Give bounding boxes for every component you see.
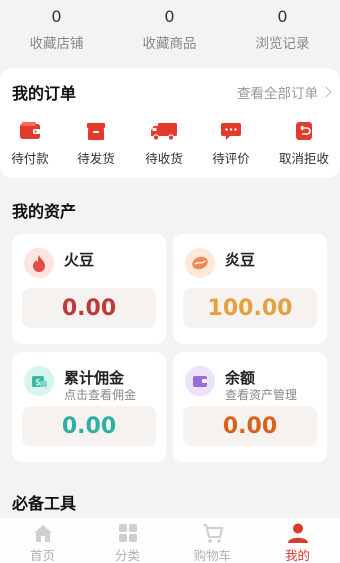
stat-label: 收藏店铺 <box>29 36 84 52</box>
chevron-right-icon <box>320 86 332 98</box>
package-icon <box>87 123 105 140</box>
cart-icon <box>202 524 223 543</box>
view-all-orders-link[interactable]: 查看全部订单 <box>237 82 332 102</box>
asset-name: 炎豆 <box>225 251 256 269</box>
comment-icon <box>221 123 241 140</box>
purse-icon <box>185 366 215 396</box>
user-icon <box>287 523 308 543</box>
return-icon <box>296 122 312 140</box>
orders-title: 我的订单 <box>12 84 77 103</box>
fire-icon <box>24 248 54 278</box>
asset-yandou[interactable]: 炎豆 100.00 <box>173 234 327 344</box>
asset-name: 累计佣金 <box>64 369 125 387</box>
order-pending-payment[interactable]: 待付款 <box>0 120 64 167</box>
tab-mine[interactable]: 我的 <box>255 522 340 563</box>
order-pending-receipt[interactable]: 待收货 <box>130 120 198 167</box>
stat-browse-history[interactable]: 0 浏览记录 <box>226 6 339 52</box>
asset-subtitle: 查看资产管理 <box>225 388 298 402</box>
order-pending-shipment[interactable]: 待发货 <box>62 120 130 167</box>
orders-card: 我的订单 查看全部订单 待付款 待发货 待收货 待评价 取消拒收 <box>0 68 340 178</box>
tab-label: 购物车 <box>193 548 232 563</box>
stat-label: 收藏商品 <box>142 36 197 52</box>
truck-icon <box>151 123 177 141</box>
stat-count: 0 <box>164 7 175 26</box>
tab-label: 首页 <box>29 548 55 563</box>
asset-commission[interactable]: $ 累计佣金 点击查看佣金 0.00 <box>12 352 166 462</box>
asset-value: 0.00 <box>183 406 317 446</box>
tab-category[interactable]: 分类 <box>85 522 170 563</box>
order-cancel-reject[interactable]: 取消拒收 <box>270 120 338 167</box>
grid-icon <box>118 524 137 542</box>
asset-huodou[interactable]: 火豆 0.00 <box>12 234 166 344</box>
tab-home[interactable]: 首页 <box>0 522 85 563</box>
stat-count: 0 <box>51 7 62 26</box>
stat-count: 0 <box>277 7 288 26</box>
order-label: 待付款 <box>11 151 49 166</box>
tab-label: 我的 <box>284 548 310 563</box>
order-label: 待收货 <box>145 151 183 166</box>
order-pending-review[interactable]: 待评价 <box>197 120 265 167</box>
asset-subtitle: 点击查看佣金 <box>64 388 137 402</box>
order-label: 取消拒收 <box>278 151 329 166</box>
money-icon: $ <box>24 366 54 396</box>
asset-value: 100.00 <box>183 288 317 328</box>
asset-value: 0.00 <box>22 288 156 328</box>
stat-favorite-goods[interactable]: 0 收藏商品 <box>113 6 226 52</box>
home-icon <box>33 525 52 542</box>
stats-bar: 0 收藏店铺 0 收藏商品 0 浏览记录 <box>0 0 340 66</box>
bottom-tab-bar: 首页 分类 购物车 我的 <box>0 518 340 563</box>
order-label: 待发货 <box>77 151 115 166</box>
tab-cart[interactable]: 购物车 <box>170 522 255 563</box>
asset-value: 0.00 <box>22 406 156 446</box>
stat-label: 浏览记录 <box>255 36 310 52</box>
tab-label: 分类 <box>114 548 140 563</box>
wallet-icon <box>20 122 40 139</box>
asset-name: 余额 <box>225 369 256 387</box>
bean-icon <box>185 248 215 278</box>
order-label: 待评价 <box>212 151 250 166</box>
view-all-orders-label: 查看全部订单 <box>237 86 318 102</box>
assets-title: 我的资产 <box>12 202 77 221</box>
asset-name: 火豆 <box>64 251 95 269</box>
tools-title: 必备工具 <box>12 494 77 513</box>
stat-favorite-shops[interactable]: 0 收藏店铺 <box>0 6 113 52</box>
asset-balance[interactable]: 余额 查看资产管理 0.00 <box>173 352 327 462</box>
